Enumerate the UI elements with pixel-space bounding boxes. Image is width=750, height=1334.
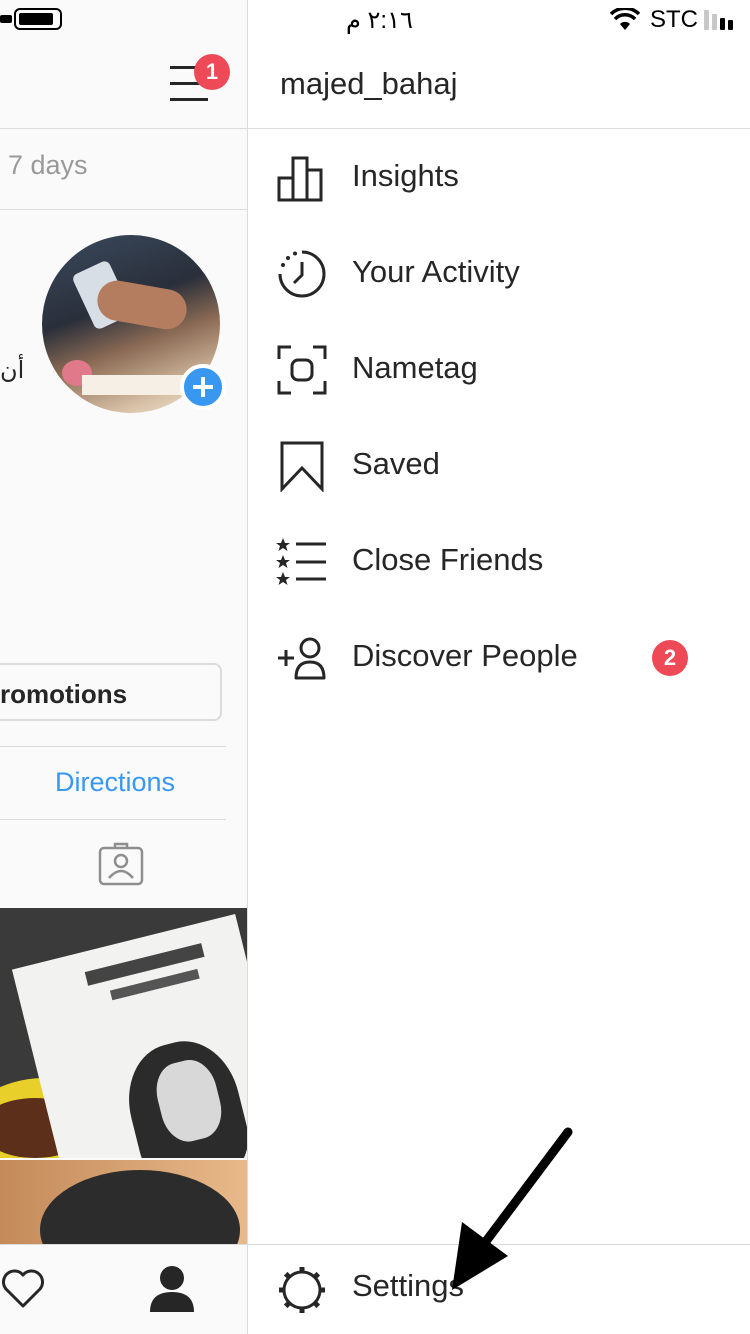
activity-icon (276, 248, 328, 300)
wifi-icon (610, 8, 640, 32)
annotation-arrow (438, 1126, 578, 1296)
add-story-button[interactable] (180, 364, 226, 410)
promotions-button[interactable]: romotions (0, 663, 222, 721)
days-text: 7 days (8, 150, 88, 180)
add-person-icon (276, 632, 328, 684)
battery-icon (14, 8, 62, 30)
signal-icon (704, 10, 740, 32)
menu-item-close-friends[interactable]: Close Friends (248, 514, 750, 610)
menu-label-insights: Insights (352, 158, 459, 193)
grid-photo-book[interactable] (0, 908, 248, 1158)
bio-text-fragment: أن (0, 357, 25, 384)
gear-icon (276, 1264, 328, 1316)
menu-label-saved: Saved (352, 446, 440, 481)
profile-background-panel: 1 7 days أن romotions Directions (0, 0, 248, 1334)
heart-icon[interactable] (0, 1266, 46, 1310)
nametag-icon (276, 344, 328, 396)
menu-item-discover-people[interactable]: Discover People 2 (248, 610, 750, 706)
menu-label-close-friends: Close Friends (352, 542, 544, 577)
directions-link[interactable]: Directions (55, 767, 175, 798)
menu-item-nametag[interactable]: Nametag (248, 322, 750, 418)
drawer-username: majed_bahaj (280, 66, 458, 101)
menu-label-your-activity: Your Activity (352, 254, 520, 289)
menu-item-your-activity[interactable]: Your Activity (248, 226, 750, 322)
menu-label-discover-people: Discover People (352, 638, 578, 673)
insights-icon (276, 152, 328, 204)
tagged-photos-tab-icon[interactable] (98, 842, 144, 886)
close-friends-icon (276, 536, 328, 588)
menu-label-nametag: Nametag (352, 350, 478, 385)
promotions-label: romotions (0, 679, 128, 709)
carrier-name: STC (650, 6, 698, 33)
menu-item-saved[interactable]: Saved (248, 418, 750, 514)
bookmark-icon (276, 440, 328, 492)
menu-notification-badge: 1 (194, 54, 230, 90)
status-time: ٢:١٦ م (346, 7, 413, 34)
side-drawer: ٢:١٦ م STC majed_bahaj Insights Your Act… (248, 0, 750, 1334)
discover-people-badge: 2 (652, 640, 688, 676)
menu-item-insights[interactable]: Insights (248, 130, 750, 226)
grid-photo-hat[interactable] (0, 1160, 248, 1250)
profile-tab-icon[interactable] (148, 1264, 196, 1314)
